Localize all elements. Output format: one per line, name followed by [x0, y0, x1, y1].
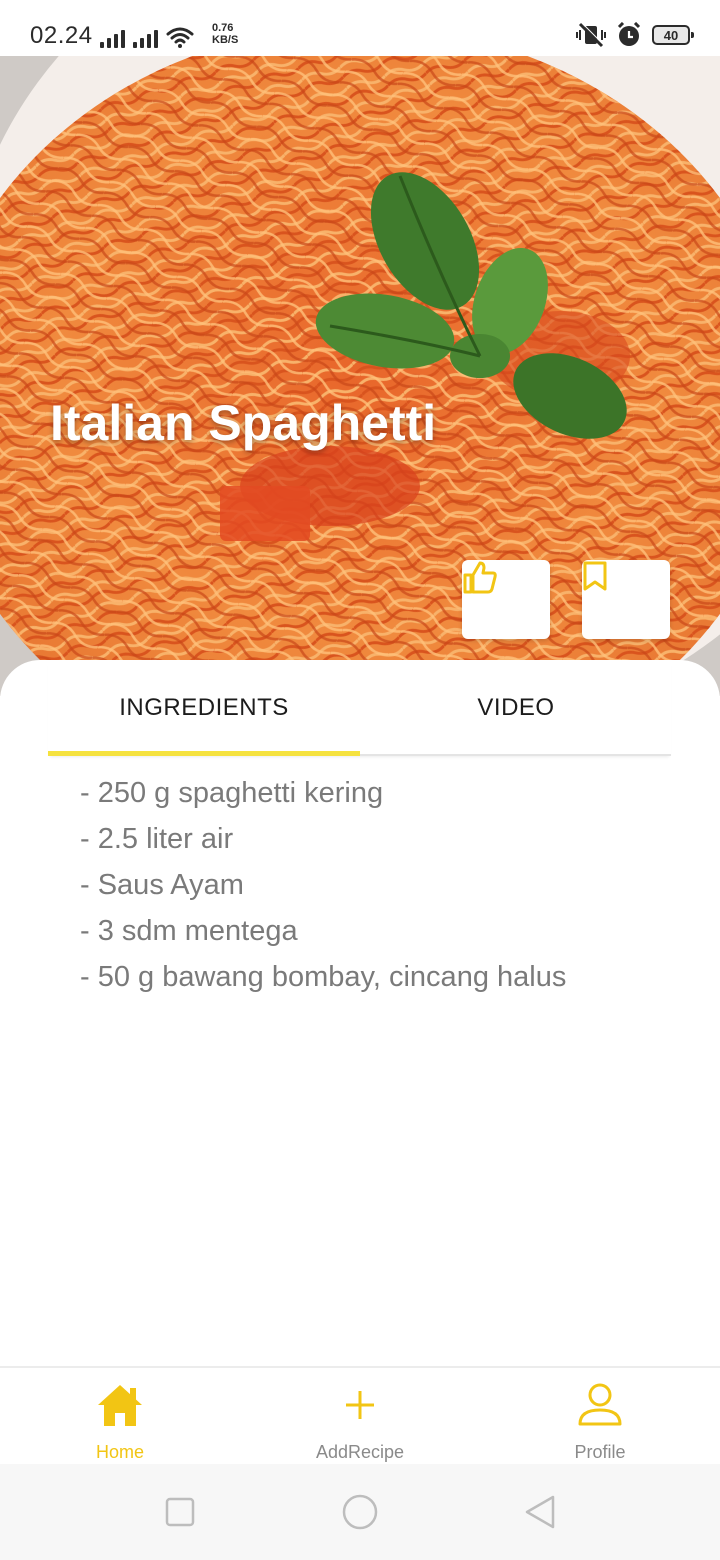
person-icon — [577, 1380, 623, 1430]
ingredient-item: - 50 g bawang bombay, cincang halus — [80, 961, 567, 993]
thumbs-up-icon — [463, 561, 497, 594]
bookmark-icon — [583, 561, 607, 591]
tab-bar: INGREDIENTS VIDEO — [48, 660, 671, 756]
circle-icon — [342, 1494, 378, 1530]
recipe-details-sheet: INGREDIENTS VIDEO - 250 g spaghetti keri… — [0, 660, 720, 1366]
signal-strength-icon — [100, 26, 125, 48]
nav-profile-label: Profile — [574, 1442, 626, 1462]
ingredient-item: - 250 g spaghetti kering — [80, 777, 384, 809]
nav-add-recipe[interactable]: AddRecipe — [240, 1368, 480, 1466]
nav-add-recipe-label: AddRecipe — [315, 1442, 405, 1462]
wifi-icon — [166, 27, 194, 48]
back-triangle-icon — [525, 1495, 555, 1529]
tab-video[interactable]: VIDEO — [360, 660, 672, 756]
bottom-navigation: Home AddRecipe Profile — [0, 1366, 720, 1464]
back-button[interactable] — [520, 1492, 560, 1532]
ingredient-item: - Saus Ayam — [80, 869, 244, 901]
system-home-button[interactable] — [340, 1492, 380, 1532]
signal-icons — [100, 22, 194, 48]
alarm-icon — [617, 22, 641, 46]
signal-strength-2-icon — [133, 26, 158, 48]
recipe-title: Italian Spaghetti — [50, 395, 437, 451]
status-time: 02.24 — [30, 22, 93, 49]
square-icon — [165, 1497, 195, 1527]
plus-icon — [343, 1380, 377, 1430]
status-bar: 02.24 0.76 KB/S 40 — [0, 0, 720, 56]
vibrate-mute-icon — [576, 22, 606, 48]
tab-ingredients[interactable]: INGREDIENTS — [48, 660, 360, 756]
speed-unit: KB/S — [212, 34, 239, 46]
recents-button[interactable] — [160, 1492, 200, 1532]
ingredient-item: - 2.5 liter air — [80, 823, 234, 855]
battery-level: 40 — [663, 27, 679, 43]
nav-home-label: Home — [95, 1442, 144, 1462]
ingredients-list: - 250 g spaghetti kering - 2.5 liter air… — [80, 770, 680, 1000]
nav-profile[interactable]: Profile — [480, 1368, 720, 1466]
like-button[interactable] — [462, 560, 550, 639]
ingredient-item: - 3 sdm mentega — [80, 915, 298, 947]
status-right-icons: 40 — [576, 20, 694, 50]
battery-icon: 40 — [652, 25, 694, 45]
system-navigation-bar — [0, 1464, 720, 1560]
active-tab-indicator — [48, 751, 360, 756]
nav-home[interactable]: Home — [0, 1368, 240, 1466]
bookmark-button[interactable] — [582, 560, 670, 639]
speed-value: 0.76 — [212, 22, 234, 34]
recipe-hero-image: Italian Spaghetti — [0, 56, 720, 696]
network-speed: 0.76 KB/S — [212, 22, 238, 46]
home-icon — [95, 1380, 145, 1430]
